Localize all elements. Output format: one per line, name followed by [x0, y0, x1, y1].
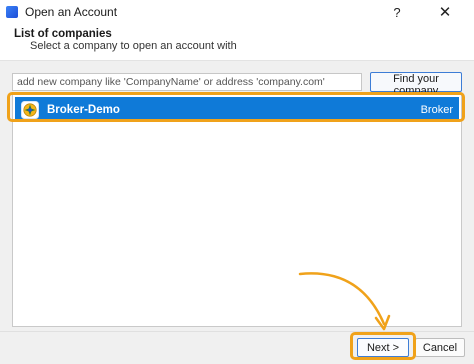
close-icon[interactable]: ✕ — [428, 0, 462, 24]
app-icon — [6, 6, 18, 18]
next-button[interactable]: Next > — [357, 338, 409, 357]
section-title: List of companies — [14, 28, 112, 40]
header-panel: List of companies Select a company to op… — [0, 24, 474, 61]
title-bar: Open an Account ? ✕ — [0, 0, 474, 24]
company-search-input[interactable] — [12, 73, 362, 91]
list-item[interactable]: Broker-Demo Broker — [15, 97, 459, 122]
find-company-button[interactable]: Find your company — [370, 72, 462, 97]
window-title: Open an Account — [25, 5, 118, 19]
section-subtitle: Select a company to open an account with — [30, 40, 237, 52]
company-name: Broker-Demo — [47, 103, 120, 116]
cancel-button[interactable]: Cancel — [415, 338, 465, 357]
broker-logo-icon — [21, 100, 39, 119]
company-type: Broker — [420, 103, 453, 116]
help-icon[interactable]: ? — [380, 0, 414, 24]
company-list[interactable]: Broker-Demo Broker — [12, 94, 462, 327]
